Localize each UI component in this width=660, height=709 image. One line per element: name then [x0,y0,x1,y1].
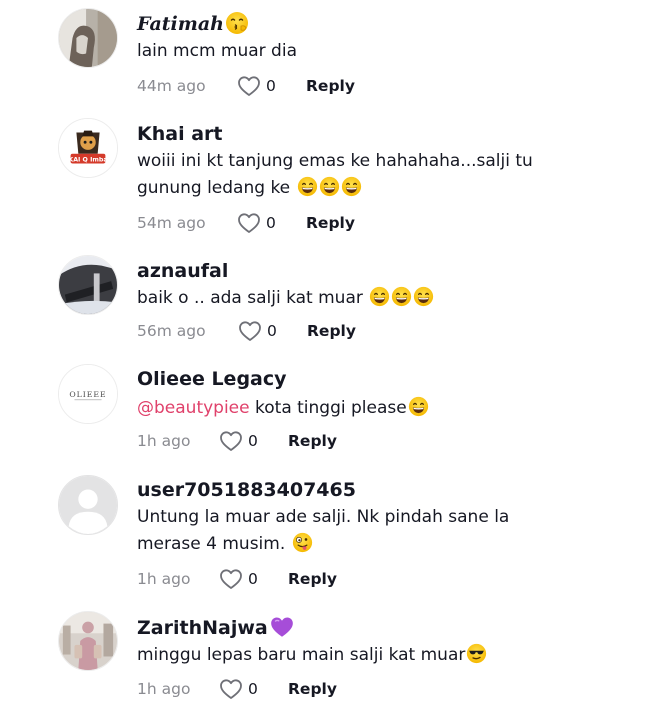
reply-button[interactable]: Reply [306,74,355,98]
username[interactable]: user7051883407465 [137,478,356,502]
comment-time: 1h ago [137,570,191,588]
reply-button[interactable]: Reply [306,211,355,235]
like-heart-icon[interactable] [219,678,243,700]
grinning-sweat-emoji-icon [369,286,390,307]
reply-button[interactable]: Reply [288,677,337,701]
reply-button[interactable]: Reply [288,567,337,591]
comment-time: 44m ago [137,77,206,95]
like-count: 0 [248,680,258,698]
comment-meta: 54m ago 0 Reply [0,211,660,235]
comment-text: @beautypiee kota tinggi please [137,395,567,422]
like-heart-icon[interactable] [237,75,261,97]
username[interactable]: Fatimah [137,11,249,36]
comment-meta: 56m ago 0 Reply [0,319,660,343]
grinning-sweat-emoji-icon [413,286,434,307]
grinning-sweat-emoji-icon [408,396,429,417]
comment-item: KAI Q Imba Khai art woiii ini kt tanjung… [0,110,660,248]
comment-text-line: merase 4 musim. [137,531,567,558]
comment-text-line: Untung la muar ade salji. Nk pindah sane… [137,507,510,527]
comment-text-line: woiii ini kt tanjung emas ke hahahaha...… [137,151,533,171]
thinking-kiss-emoji-icon [225,11,249,35]
like-heart-icon[interactable] [238,320,262,342]
comment-text-body: minggu lepas baru main salji kat muar [137,645,466,665]
like-count: 0 [266,77,276,95]
username-text: ZarithNajwa [137,617,268,639]
username[interactable]: Olieee Legacy [137,367,287,391]
comment-text: baik o .. ada salji kat muar [137,285,567,312]
like-heart-icon[interactable] [219,568,243,590]
avatar[interactable] [58,255,118,315]
comment-meta: 44m ago 0 Reply [0,74,660,98]
comment-item: Fatimah lain mcm muar dia 44m ago 0 Repl… [0,0,660,110]
comment-time: 1h ago [137,432,191,450]
avatar-text: OLIEEE [69,390,106,399]
sunglasses-face-emoji-icon [466,643,487,664]
grinning-sweat-emoji-icon [391,286,412,307]
comment-text: lain mcm muar dia [137,41,297,61]
comment-meta: 1h ago 0 Reply [0,429,660,453]
like-count: 0 [248,570,258,588]
like-count: 0 [266,214,276,232]
grinning-sweat-emoji-icon [297,176,318,197]
comment-meta: 1h ago 0 Reply [0,567,660,591]
comment-item: OLIEEE Olieee Legacy @beautypiee kota ti… [0,358,660,470]
comment-item: ZarithNajwa minggu lepas baru main salji… [0,608,660,709]
comment-time: 56m ago [137,322,206,340]
grinning-sweat-emoji-icon [319,176,340,197]
comment-meta: 1h ago 0 Reply [0,677,660,701]
avatar[interactable]: OLIEEE [58,364,118,424]
like-heart-icon[interactable] [237,212,261,234]
like-count: 0 [248,432,258,450]
avatar[interactable] [58,8,118,68]
reply-button[interactable]: Reply [288,429,337,453]
comment-text: minggu lepas baru main salji kat muar [137,642,567,669]
username[interactable]: ZarithNajwa [137,614,295,640]
mention-link[interactable]: @beautypiee [137,398,250,418]
zany-face-emoji-icon [292,532,313,553]
comment-text: Untung la muar ade salji. Nk pindah sane… [137,504,567,558]
comment-time: 1h ago [137,680,191,698]
comment-text-line2: merase 4 musim. [137,534,286,554]
username[interactable]: aznaufal [137,259,228,283]
comment-item: user7051883407465 Untung la muar ade sal… [0,470,660,608]
comment-text: woiii ini kt tanjung emas ke hahahaha...… [137,148,567,202]
avatar[interactable] [58,611,118,671]
username[interactable]: Khai art [137,122,222,146]
grinning-sweat-emoji-icon [341,176,362,197]
default-avatar-icon[interactable] [58,475,118,535]
comment-text-body: baik o .. ada salji kat muar [137,288,363,308]
reply-button[interactable]: Reply [307,319,356,343]
comment-time: 54m ago [137,214,206,232]
comment-text-line: gunung ledang ke [137,175,567,202]
comment-text-line2: gunung ledang ke [137,178,291,198]
username-text: Fatimah [137,13,224,35]
avatar[interactable]: KAI Q Imba [58,118,118,178]
comment-text-body: kota tinggi please [249,398,407,418]
comment-item: aznaufal baik o .. ada salji kat muar 56… [0,248,660,358]
avatar-text: KAI Q Imba [68,157,107,164]
purple-heart-emoji-icon [269,614,295,640]
like-heart-icon[interactable] [219,430,243,452]
like-count: 0 [267,322,277,340]
